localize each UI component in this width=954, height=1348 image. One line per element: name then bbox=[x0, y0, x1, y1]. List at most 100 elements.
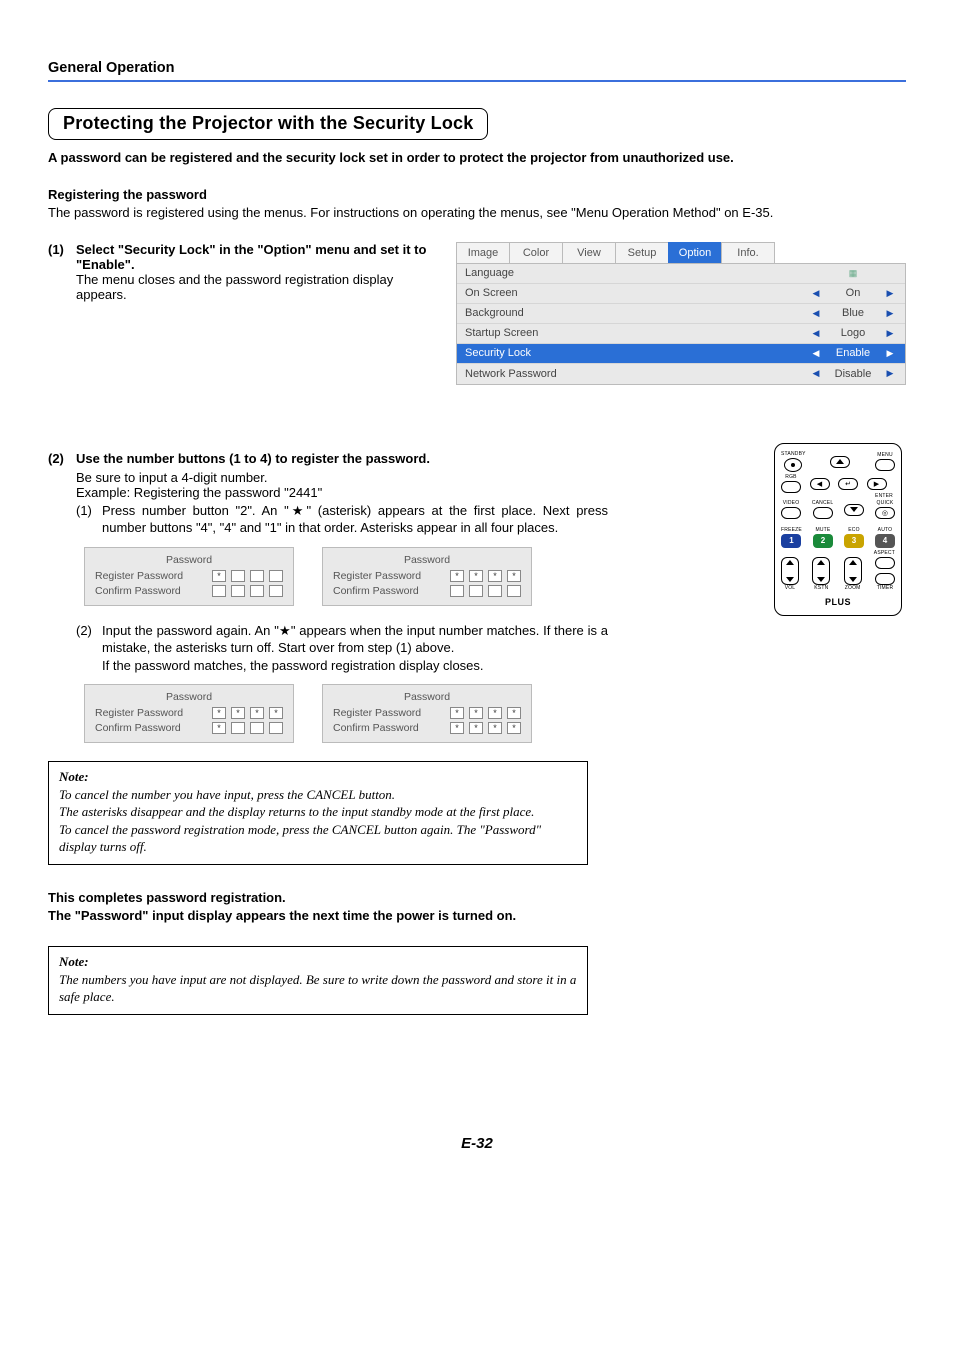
num-2-button[interactable]: 2 bbox=[813, 534, 833, 548]
pw-box bbox=[269, 722, 283, 734]
register-label: Register Password bbox=[333, 570, 450, 582]
vol-button[interactable] bbox=[781, 557, 799, 585]
pw-box bbox=[269, 570, 283, 582]
pw-box bbox=[231, 722, 245, 734]
arrow-right-icon[interactable]: ▶ bbox=[883, 308, 897, 319]
tab-setup[interactable]: Setup bbox=[615, 242, 669, 263]
menu-label: Network Password bbox=[465, 368, 809, 380]
arrow-left-icon[interactable]: ◀ bbox=[809, 288, 823, 299]
step-1: (1) Select "Security Lock" in the "Optio… bbox=[48, 242, 438, 302]
pw-box bbox=[507, 585, 521, 597]
label-zoom: ZOOM bbox=[845, 586, 861, 591]
arrow-right-icon[interactable]: ▶ bbox=[883, 368, 897, 379]
tab-info[interactable]: Info. bbox=[721, 242, 775, 263]
right-button[interactable]: ▶ bbox=[867, 478, 887, 490]
menu-row-background[interactable]: Background ◀ Blue ▶ bbox=[457, 304, 905, 324]
arrow-right-icon[interactable]: ▶ bbox=[883, 328, 897, 339]
arrow-left-icon[interactable]: ◀ bbox=[809, 348, 823, 359]
label-mute: MUTE bbox=[815, 528, 830, 533]
tab-view[interactable]: View bbox=[562, 242, 616, 263]
quick-button[interactable]: ◎ bbox=[875, 507, 895, 519]
pw-box bbox=[231, 570, 245, 582]
menu-row-network-password[interactable]: Network Password ◀ Disable ▶ bbox=[457, 364, 905, 384]
completion-text: This completes password registration. Th… bbox=[48, 889, 588, 924]
password-panel: Password Register Password * * * * Confi… bbox=[322, 547, 532, 606]
rgb-button[interactable] bbox=[781, 481, 801, 493]
arrow-right-icon[interactable]: ▶ bbox=[883, 348, 897, 359]
menu-row-language[interactable]: Language ▦ bbox=[457, 264, 905, 284]
menu-row-onscreen[interactable]: On Screen ◀ On ▶ bbox=[457, 284, 905, 304]
tab-option[interactable]: Option bbox=[668, 242, 722, 263]
kstn-button[interactable] bbox=[812, 557, 830, 585]
enter-button[interactable]: ↵ bbox=[838, 478, 858, 490]
substep-2-text: Input the password again. An "★" appears… bbox=[102, 623, 608, 656]
tab-color[interactable]: Color bbox=[509, 242, 563, 263]
pw-box: * bbox=[212, 722, 226, 734]
left-button[interactable]: ◀ bbox=[810, 478, 830, 490]
arrow-left-icon[interactable]: ◀ bbox=[809, 308, 823, 319]
label-quick: QUICK bbox=[877, 501, 894, 506]
cancel-button[interactable] bbox=[813, 507, 833, 519]
arrow-left-icon[interactable]: ◀ bbox=[809, 328, 823, 339]
substep-2-tail: If the password matches, the password re… bbox=[102, 658, 484, 673]
step-1-instruction: Select "Security Lock" in the "Option" m… bbox=[76, 242, 426, 272]
up-button[interactable] bbox=[830, 456, 850, 468]
video-button[interactable] bbox=[781, 507, 801, 519]
num-1-button[interactable]: 1 bbox=[781, 534, 801, 548]
note-line: To cancel the password registration mode… bbox=[59, 821, 577, 856]
tab-image[interactable]: Image bbox=[456, 242, 510, 263]
pw-box: * bbox=[450, 707, 464, 719]
menu-label: Language bbox=[465, 267, 809, 279]
pw-box bbox=[469, 585, 483, 597]
language-icon: ▦ bbox=[823, 268, 883, 279]
option-menu: Image Color View Setup Option Info. Lang… bbox=[456, 242, 906, 385]
zoom-button[interactable] bbox=[844, 557, 862, 585]
step-2-line1: Be sure to input a 4-digit number. bbox=[76, 470, 608, 485]
standby-button[interactable] bbox=[784, 458, 802, 472]
pw-box bbox=[450, 585, 464, 597]
label-aspect: ASPECT bbox=[874, 551, 895, 556]
pw-box bbox=[250, 722, 264, 734]
password-panel: Password Register Password * * * * Confi… bbox=[84, 684, 294, 743]
page-number: E-32 bbox=[48, 1135, 906, 1152]
subheading-registering: Registering the password bbox=[48, 187, 906, 202]
aspect-button[interactable] bbox=[875, 557, 895, 569]
remote-control-illustration: STANDBY MENU RGB ◀ ↵ ▶ ENTER VIDEO CANCE… bbox=[774, 443, 906, 616]
menu-button[interactable] bbox=[875, 459, 895, 471]
pw-box: * bbox=[269, 707, 283, 719]
pw-box bbox=[231, 585, 245, 597]
pw-box: * bbox=[488, 570, 502, 582]
arrow-left-icon[interactable]: ◀ bbox=[809, 368, 823, 379]
confirm-label: Confirm Password bbox=[95, 585, 212, 597]
menu-body: Language ▦ On Screen ◀ On ▶ Background ◀… bbox=[456, 263, 906, 385]
timer-button[interactable] bbox=[875, 573, 895, 585]
note-line: The asterisks disappear and the display … bbox=[59, 803, 577, 821]
menu-label: Startup Screen bbox=[465, 327, 809, 339]
label-vol: VOL bbox=[785, 586, 796, 591]
pw-box bbox=[250, 585, 264, 597]
menu-value: Blue bbox=[823, 307, 883, 319]
pw-box: * bbox=[488, 722, 502, 734]
step-1-detail: The menu closes and the password registr… bbox=[76, 272, 393, 302]
num-4-button[interactable]: 4 bbox=[875, 534, 895, 548]
pw-box: * bbox=[507, 570, 521, 582]
intro-text: A password can be registered and the sec… bbox=[48, 150, 906, 165]
num-3-button[interactable]: 3 bbox=[844, 534, 864, 548]
menu-row-security-lock[interactable]: Security Lock ◀ Enable ▶ bbox=[457, 344, 905, 364]
label-menu: MENU bbox=[877, 453, 893, 458]
pw-box: * bbox=[507, 707, 521, 719]
down-button[interactable] bbox=[844, 504, 864, 516]
pw-box: * bbox=[469, 707, 483, 719]
label-video: VIDEO bbox=[783, 501, 800, 506]
menu-value: Logo bbox=[823, 327, 883, 339]
password-panels-row-1: Password Register Password * Confirm Pas… bbox=[84, 547, 608, 606]
menu-row-startup[interactable]: Startup Screen ◀ Logo ▶ bbox=[457, 324, 905, 344]
pw-box: * bbox=[250, 707, 264, 719]
pw-box: * bbox=[469, 722, 483, 734]
pw-box: * bbox=[507, 722, 521, 734]
confirm-label: Confirm Password bbox=[95, 722, 212, 734]
page-title: Protecting the Projector with the Securi… bbox=[48, 108, 488, 140]
register-label: Register Password bbox=[95, 570, 212, 582]
note-heading: Note: bbox=[59, 953, 577, 971]
arrow-right-icon[interactable]: ▶ bbox=[883, 288, 897, 299]
